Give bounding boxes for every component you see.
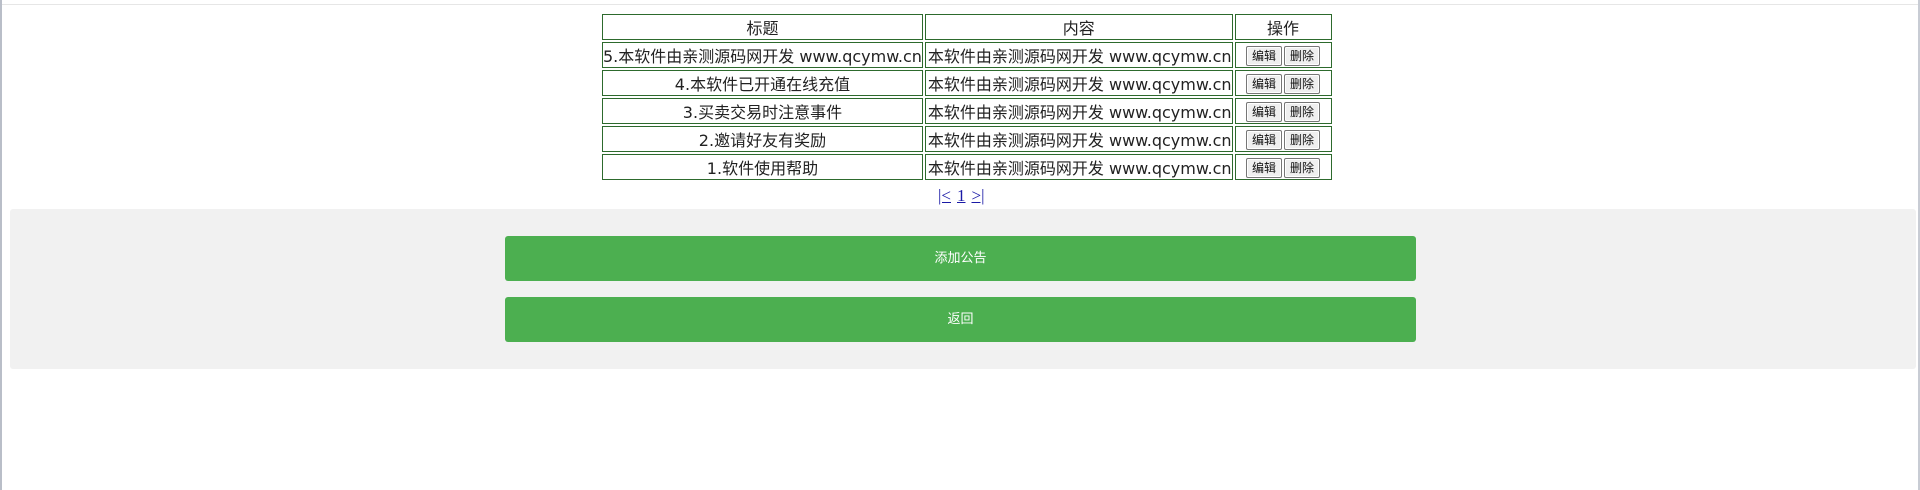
table-row: 4.本软件已开通在线充值 本软件由亲测源码网开发 www.qcymw.cn 编辑… bbox=[602, 70, 1332, 96]
row-content: 本软件由亲测源码网开发 www.qcymw.cn bbox=[924, 154, 1233, 180]
row-content: 本软件由亲测源码网开发 www.qcymw.cn bbox=[924, 70, 1233, 96]
pagination: |< 1 >| bbox=[935, 186, 988, 206]
edit-button[interactable]: 编辑 bbox=[1246, 45, 1283, 66]
row-title: 5.本软件由亲测源码网开发 www.qcymw.cn bbox=[602, 42, 923, 68]
row-title: 2.邀请好友有奖励 bbox=[602, 126, 923, 152]
row-actions: 编辑 删除 bbox=[1234, 70, 1332, 96]
page-number-link[interactable]: 1 bbox=[957, 186, 966, 205]
row-content: 本软件由亲测源码网开发 www.qcymw.cn bbox=[924, 98, 1233, 124]
top-divider bbox=[0, 4, 1920, 5]
table-row: 1.软件使用帮助 本软件由亲测源码网开发 www.qcymw.cn 编辑 删除 bbox=[602, 154, 1332, 180]
action-panel bbox=[10, 209, 1916, 369]
edit-button[interactable]: 编辑 bbox=[1246, 157, 1283, 178]
edit-button[interactable]: 编辑 bbox=[1246, 73, 1283, 94]
back-button[interactable]: 返回 bbox=[505, 297, 1416, 342]
row-title: 1.软件使用帮助 bbox=[602, 154, 923, 180]
delete-button[interactable]: 删除 bbox=[1284, 129, 1321, 150]
header-content: 内容 bbox=[924, 14, 1233, 40]
table-row: 2.邀请好友有奖励 本软件由亲测源码网开发 www.qcymw.cn 编辑 删除 bbox=[602, 126, 1332, 152]
delete-button[interactable]: 删除 bbox=[1284, 157, 1321, 178]
table-row: 3.买卖交易时注意事件 本软件由亲测源码网开发 www.qcymw.cn 编辑删… bbox=[602, 98, 1332, 124]
row-actions: 编辑 删除 bbox=[1234, 98, 1332, 124]
table-row: 5.本软件由亲测源码网开发 www.qcymw.cn 本软件由亲测源码网开发 w… bbox=[602, 42, 1332, 68]
row-actions: 编辑 删除 bbox=[1234, 154, 1332, 180]
table-header-row: 标题 内容 操作 bbox=[602, 14, 1332, 40]
row-actions: 编辑 删除 bbox=[1234, 42, 1332, 68]
row-content: 本软件由亲测源码网开发 www.qcymw.cn bbox=[924, 42, 1233, 68]
delete-button[interactable]: 删除 bbox=[1284, 73, 1321, 94]
add-notice-button[interactable]: 添加公告 bbox=[505, 236, 1416, 281]
notice-table-container: 标题 内容 操作 5.本软件由亲测源码网开发 www.qcymw.cn 本软件由… bbox=[600, 12, 1334, 182]
row-title: 3.买卖交易时注意事件 bbox=[602, 98, 923, 124]
row-title: 4.本软件已开通在线充值 bbox=[602, 70, 923, 96]
delete-button[interactable]: 删除 bbox=[1284, 101, 1321, 122]
window-left-edge bbox=[0, 0, 2, 490]
header-title: 标题 bbox=[602, 14, 923, 40]
row-content: 本软件由亲测源码网开发 www.qcymw.cn bbox=[924, 126, 1233, 152]
first-page-link[interactable]: |< bbox=[938, 186, 951, 205]
edit-button[interactable]: 编辑 bbox=[1246, 129, 1283, 150]
delete-button[interactable]: 删除 bbox=[1284, 45, 1321, 66]
row-actions: 编辑 删除 bbox=[1234, 126, 1332, 152]
last-page-link[interactable]: >| bbox=[972, 186, 985, 205]
notice-table: 标题 内容 操作 5.本软件由亲测源码网开发 www.qcymw.cn 本软件由… bbox=[600, 12, 1334, 182]
edit-button[interactable]: 编辑 bbox=[1246, 101, 1283, 122]
header-actions: 操作 bbox=[1234, 14, 1332, 40]
